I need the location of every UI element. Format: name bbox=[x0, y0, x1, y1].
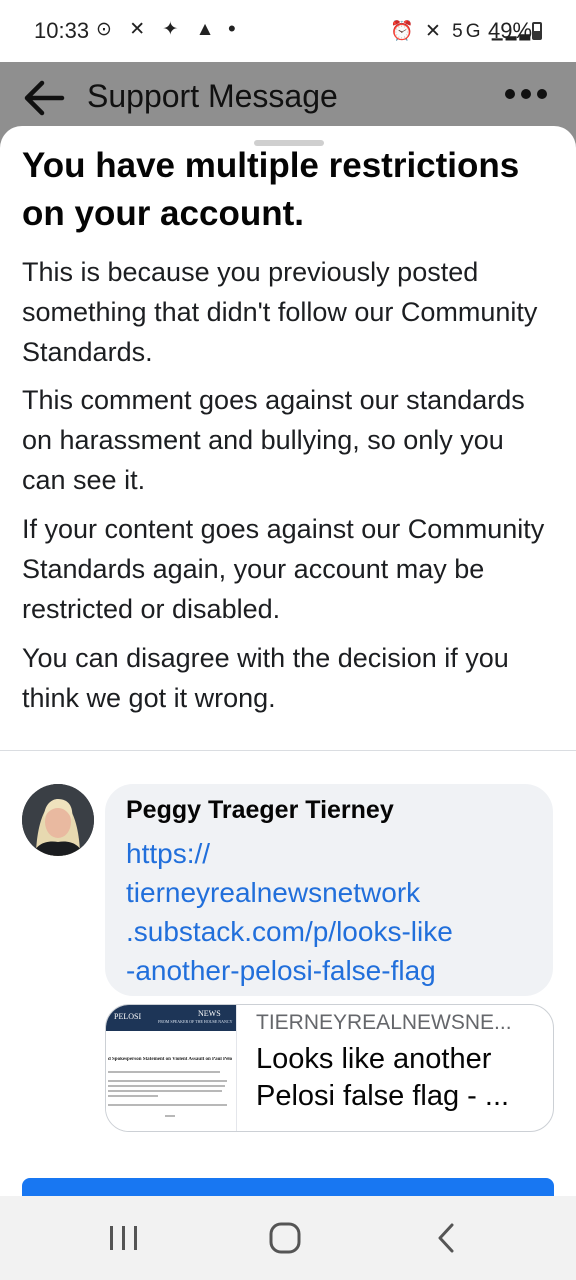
link-preview-card[interactable]: PELOSI NEWS FROM SPEAKER OF THE HOUSE NA… bbox=[105, 1004, 554, 1132]
avatar[interactable] bbox=[22, 784, 94, 856]
link-domain: TIERNEYREALNEWSNE... bbox=[256, 1011, 512, 1034]
thumb-brand: PELOSI bbox=[114, 1012, 142, 1021]
divider bbox=[0, 750, 576, 751]
thumb-headline: d Spokesperson Statement on Violent Assa… bbox=[108, 1057, 233, 1062]
system-nav-bar bbox=[0, 1196, 576, 1280]
thumb-banner: PELOSI NEWS FROM SPEAKER OF THE HOUSE NA… bbox=[106, 1005, 236, 1031]
thumb-text-lines bbox=[108, 1071, 232, 1117]
mute-icon: ✕ bbox=[424, 21, 444, 42]
support-message-sheet: You have multiple restrictions on your a… bbox=[0, 126, 576, 1196]
avatar-image bbox=[22, 784, 94, 856]
link-preview-thumbnail: PELOSI NEWS FROM SPEAKER OF THE HOUSE NA… bbox=[106, 1005, 237, 1131]
restriction-heading: You have multiple restrictions on your a… bbox=[22, 146, 520, 233]
back-nav-icon[interactable] bbox=[426, 1220, 466, 1256]
disagree-paragraph: You can disagree with the decision if yo… bbox=[22, 643, 509, 713]
notification-icons: ⊙ ✕ ✦ ▲ bbox=[96, 19, 221, 40]
primary-action-button[interactable] bbox=[22, 1178, 554, 1196]
warning-paragraph: If your content goes against our Communi… bbox=[22, 514, 545, 624]
comment-author[interactable]: Peggy Traeger Tierney bbox=[126, 796, 394, 825]
violation-paragraph: This comment goes against our standards … bbox=[22, 385, 525, 495]
back-arrow-icon[interactable] bbox=[22, 76, 66, 120]
comment-bubble: Peggy Traeger Tierney https:// tierneyre… bbox=[105, 784, 553, 996]
battery-percent: 49% bbox=[488, 18, 533, 43]
status-time: 10:33 bbox=[34, 18, 90, 43]
link-title: Looks like another Pelosi false flag - .… bbox=[256, 1043, 510, 1112]
reason-paragraph: This is because you previously posted so… bbox=[22, 257, 538, 367]
page-title: Support Message bbox=[87, 78, 338, 114]
thumb-news: NEWS bbox=[198, 1009, 221, 1018]
recent-apps-icon[interactable] bbox=[104, 1220, 144, 1256]
thumb-subtitle: FROM SPEAKER OF THE HOUSE NANCY bbox=[158, 1019, 233, 1024]
comment-link[interactable]: https:// tierneyrealnewsnetwork .substac… bbox=[126, 834, 546, 990]
battery-icon bbox=[532, 22, 542, 40]
more-options-icon[interactable] bbox=[504, 86, 548, 102]
status-bar: 10:33 ⊙ ✕ ✦ ▲ • ⏰ ✕ 5G ▁▂▃ 49% bbox=[0, 0, 576, 62]
home-icon[interactable] bbox=[265, 1220, 305, 1256]
network-label: 5G bbox=[452, 21, 484, 42]
more-notifications-dot-icon: • bbox=[228, 16, 236, 41]
alarm-icon: ⏰ bbox=[390, 21, 417, 42]
